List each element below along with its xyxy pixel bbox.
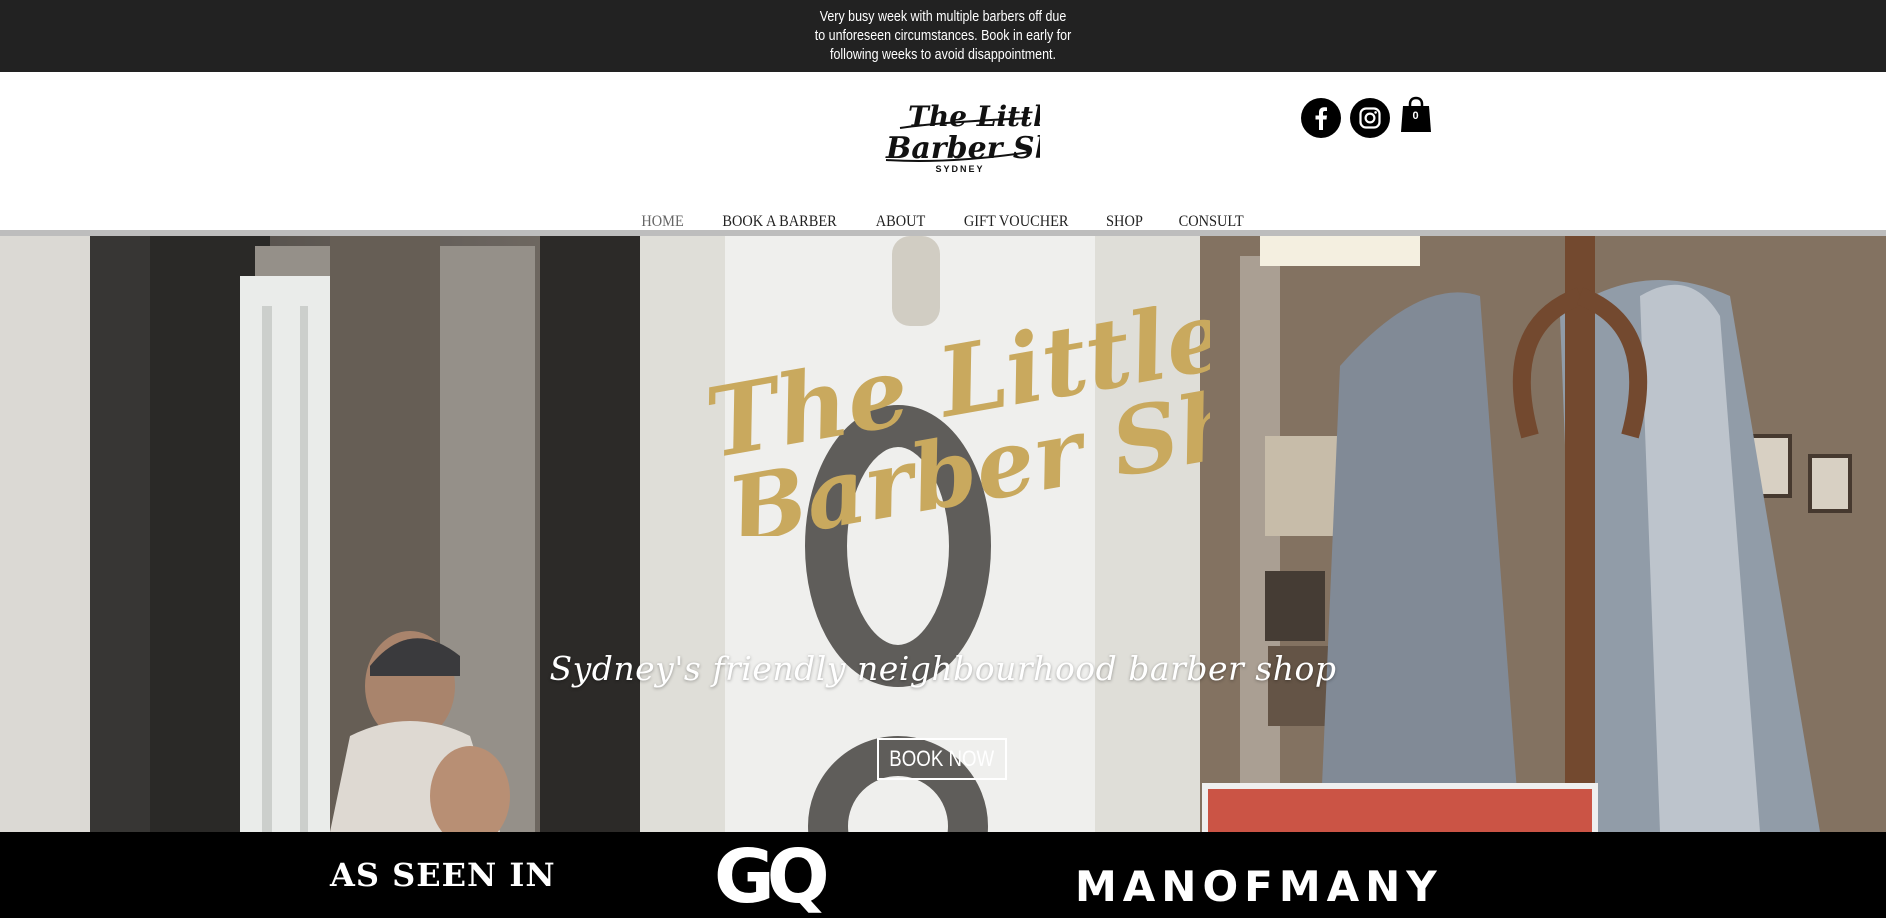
logo-subtext: SYDNEY — [935, 164, 985, 174]
nav-item-shop[interactable]: SHOP — [1093, 208, 1157, 232]
hero-logo: The Little Barber Shop — [698, 306, 1210, 536]
main-nav: HOME BOOK A BARBER ABOUT GIFT VOUCHER SH… — [0, 208, 1886, 232]
hero-tagline: Sydney's friendly neighbourhood barber s… — [549, 649, 1337, 688]
instagram-icon — [1359, 107, 1381, 129]
press-strip: AS SEEN IN GQ MANOFMANY — [0, 832, 1886, 918]
site-header: The Little Barber Shop SYDNEY 0 — [0, 72, 1886, 230]
book-now-button[interactable]: BOOK NOW — [877, 738, 1007, 780]
as-seen-in-heading: AS SEEN IN — [330, 856, 556, 894]
facebook-link[interactable] — [1301, 98, 1341, 138]
hero-section: The Little Barber Shop Sydney's friendly… — [0, 236, 1886, 832]
nav-item-about[interactable]: ABOUT — [862, 208, 939, 232]
manofmany-logo: MANOFMANY — [1075, 862, 1443, 911]
nav-item-consult[interactable]: CONSULT — [1165, 208, 1257, 232]
gq-logo: GQ — [714, 834, 830, 918]
book-now-label: BOOK NOW — [889, 746, 995, 771]
instagram-link[interactable] — [1350, 98, 1390, 138]
cart-count: 0 — [1412, 110, 1419, 122]
svg-text:The Little: The Little — [908, 100, 1040, 133]
nav-item-gift-voucher[interactable]: GIFT VOUCHER — [950, 208, 1082, 232]
announcement-text: Very busy week with multiple barbers off… — [814, 9, 1072, 63]
nav-item-home[interactable]: HOME — [627, 208, 696, 232]
announcement-bar: Very busy week with multiple barbers off… — [0, 0, 1886, 72]
nav-item-book-a-barber[interactable]: BOOK A BARBER — [709, 208, 850, 232]
facebook-icon — [1315, 107, 1327, 130]
